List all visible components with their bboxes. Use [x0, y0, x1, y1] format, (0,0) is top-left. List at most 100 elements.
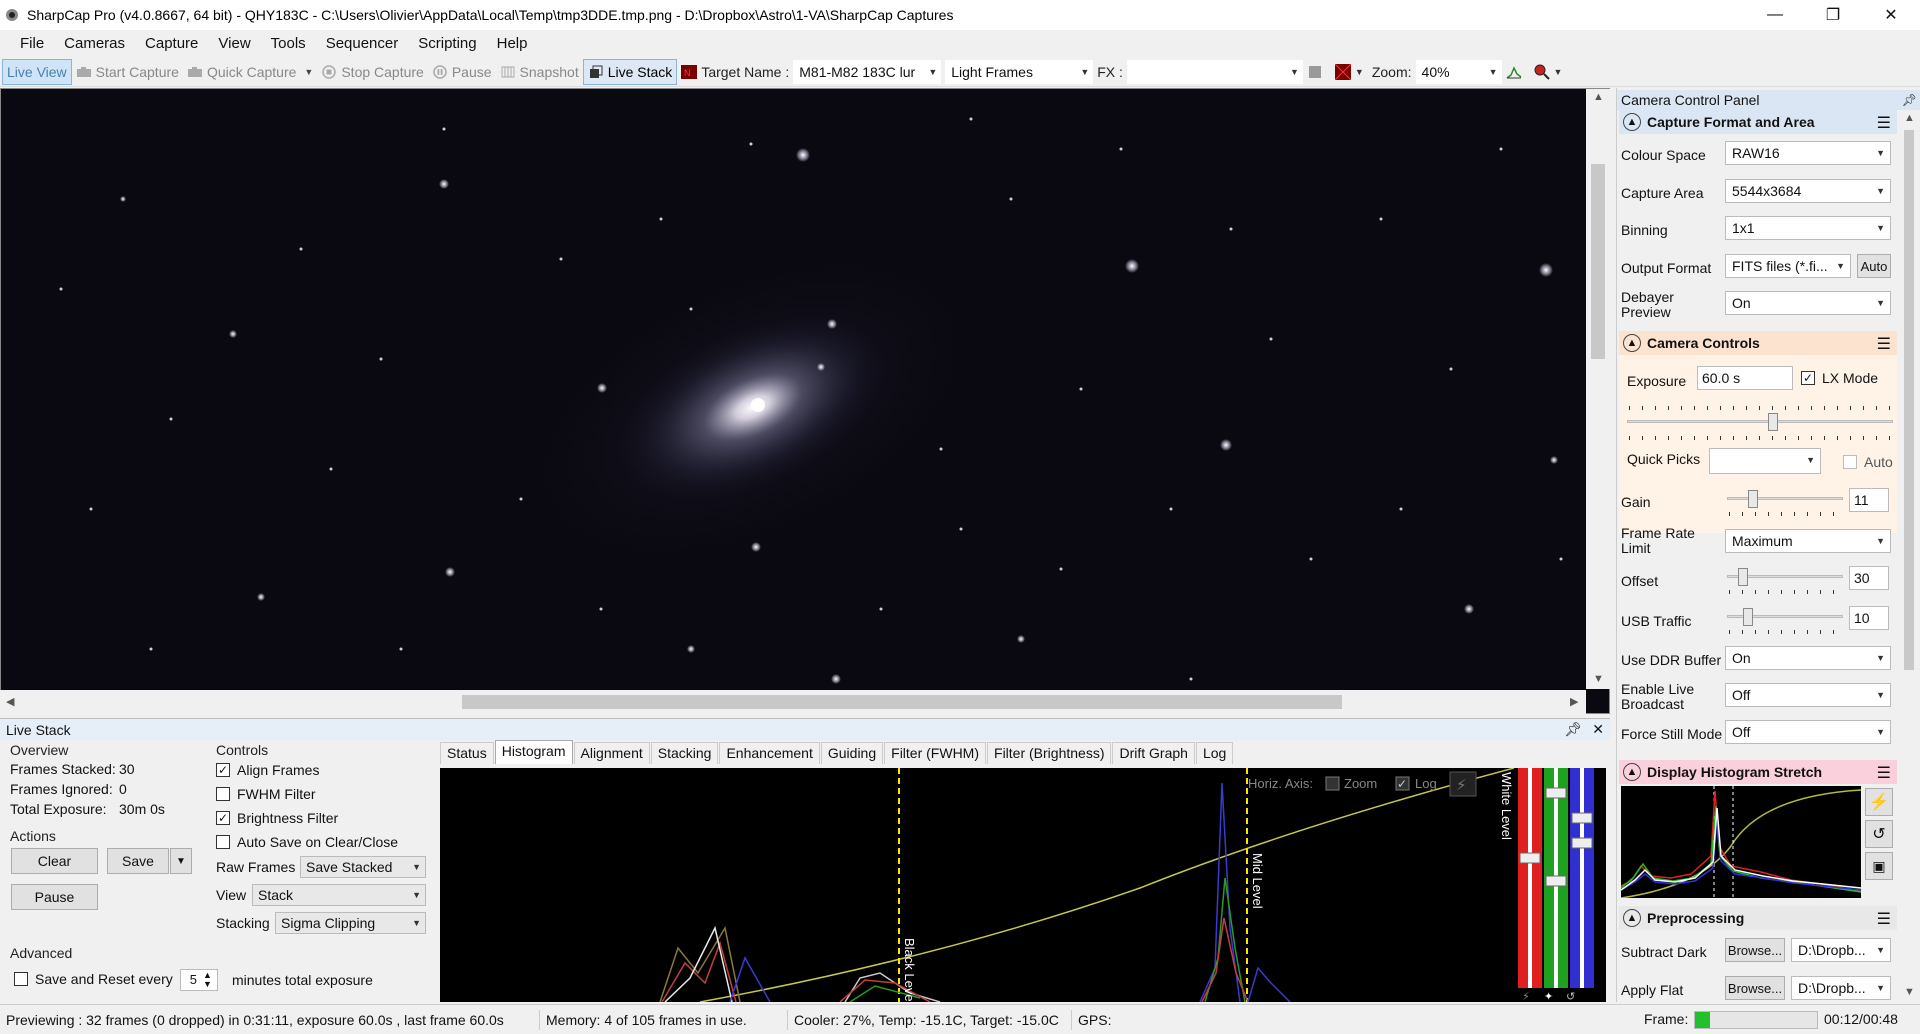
- slider-thumb[interactable]: [1738, 568, 1748, 586]
- usb-traffic-slider[interactable]: [1727, 608, 1843, 626]
- stacking-select[interactable]: Sigma Clipping ▼: [275, 912, 426, 934]
- grey-square-button[interactable]: [1303, 59, 1331, 85]
- viewer-horizontal-scrollbar[interactable]: ◀ ▶: [0, 690, 1586, 714]
- tab-alignment[interactable]: Alignment: [573, 742, 650, 764]
- color-balance-sliders[interactable]: ⚡ ✦ ↺: [1514, 768, 1606, 1003]
- tab-drift-graph[interactable]: Drift Graph: [1112, 742, 1195, 764]
- stretch-histogram[interactable]: [1620, 786, 1862, 899]
- tab-stacking[interactable]: Stacking: [650, 742, 719, 764]
- fwhm-filter-checkbox[interactable]: FWHM Filter: [216, 786, 316, 802]
- reticule-button[interactable]: ▼: [1331, 59, 1368, 85]
- lightning-icon[interactable]: ⚡: [1522, 990, 1530, 1003]
- exposure-input[interactable]: 60.0 s: [1697, 366, 1793, 390]
- output-auto-button[interactable]: Auto: [1857, 254, 1891, 278]
- menu-tools[interactable]: Tools: [261, 30, 316, 57]
- collapse-icon[interactable]: ▲: [1623, 763, 1641, 781]
- raw-frames-select[interactable]: Save Stacked ▼: [300, 856, 426, 878]
- pin-icon[interactable]: 📌︎: [1564, 721, 1582, 738]
- hamburger-menu-icon[interactable]: ☰: [1877, 334, 1891, 354]
- preprocessing-section-header[interactable]: ▲ Preprocessing ☰: [1619, 906, 1897, 930]
- scroll-down-icon[interactable]: ▼: [1904, 986, 1915, 998]
- zoom-checkbox[interactable]: [1325, 776, 1340, 791]
- dark-browse-button[interactable]: Browse...: [1725, 938, 1785, 962]
- scroll-left-icon[interactable]: ◀: [6, 695, 14, 708]
- live-broadcast-select[interactable]: Off ▼: [1725, 683, 1891, 707]
- frame-type-combo[interactable]: Light Frames ▼: [945, 59, 1094, 84]
- collapse-icon[interactable]: ▲: [1623, 909, 1641, 927]
- pause-capture-button[interactable]: Pause: [428, 59, 496, 85]
- histogram-panel[interactable]: Black Level Mid Level White Level Horiz.…: [440, 768, 1514, 1002]
- scroll-up-icon[interactable]: ▲: [1904, 112, 1915, 124]
- histogram-stretch-section-header[interactable]: ▲ Display Histogram Stretch ☰: [1619, 760, 1897, 784]
- binning-select[interactable]: 1x1 ▼: [1725, 216, 1891, 240]
- viewer-vertical-scrollbar[interactable]: ▲ ▼: [1586, 89, 1610, 689]
- collapse-icon[interactable]: ▲: [1623, 113, 1641, 131]
- tab-status[interactable]: Status: [440, 742, 494, 764]
- menu-help[interactable]: Help: [487, 30, 538, 57]
- live-stack-button[interactable]: Live Stack: [582, 58, 678, 85]
- quick-picks-auto-checkbox[interactable]: Auto: [1843, 454, 1893, 470]
- force-still-select[interactable]: Off ▼: [1725, 720, 1891, 744]
- slider-thumb[interactable]: [1768, 413, 1778, 431]
- scroll-right-icon[interactable]: ▶: [1570, 695, 1578, 708]
- checkbox-box[interactable]: [216, 835, 230, 849]
- hamburger-menu-icon[interactable]: ☰: [1877, 763, 1891, 783]
- flat-browse-button[interactable]: Browse...: [1725, 976, 1785, 1000]
- minimize-button[interactable]: —: [1746, 0, 1804, 30]
- hamburger-menu-icon[interactable]: ☰: [1877, 909, 1891, 929]
- snapshot-button[interactable]: Snapshot: [496, 59, 583, 85]
- tab-guiding[interactable]: Guiding: [820, 742, 884, 764]
- reset-stretch-button[interactable]: ↺: [1865, 820, 1893, 848]
- restore-button[interactable]: ❐: [1804, 0, 1862, 30]
- auto-save-checkbox[interactable]: Auto Save on Clear/Close: [216, 834, 398, 850]
- menu-view[interactable]: View: [208, 30, 260, 57]
- checkbox-checked[interactable]: ✓: [1801, 371, 1815, 385]
- scroll-thumb[interactable]: [462, 695, 1342, 709]
- spinner-arrows-icon[interactable]: ▲ ▼: [203, 971, 212, 989]
- checkbox-box[interactable]: [14, 972, 28, 986]
- pause-button[interactable]: Pause: [11, 884, 98, 910]
- chevron-down-icon[interactable]: ▼: [1355, 67, 1364, 77]
- fx-combo[interactable]: ▼: [1126, 59, 1303, 84]
- ddr-buffer-select[interactable]: On ▼: [1725, 646, 1891, 670]
- dark-path-select[interactable]: D:\Dropb... ▼: [1791, 938, 1891, 962]
- image-viewer[interactable]: [0, 88, 1610, 714]
- tab-filter-brightness[interactable]: Filter (Brightness): [987, 742, 1112, 764]
- menu-scripting[interactable]: Scripting: [408, 30, 486, 57]
- start-capture-button[interactable]: Start Capture: [72, 59, 183, 85]
- checkbox-checked[interactable]: ✓: [216, 763, 230, 777]
- live-view-button[interactable]: Live View: [2, 58, 72, 85]
- target-name-combo[interactable]: M81-M82 183C lur ▼: [793, 59, 942, 84]
- colour-space-select[interactable]: RAW16 ▼: [1725, 141, 1891, 165]
- menu-capture[interactable]: Capture: [135, 30, 208, 57]
- checkbox-box[interactable]: [1843, 455, 1857, 469]
- gain-input[interactable]: 11: [1849, 488, 1889, 512]
- save-stretch-button[interactable]: ▣: [1865, 852, 1893, 880]
- offset-slider[interactable]: [1727, 568, 1843, 586]
- tab-filter-fwhm[interactable]: Filter (FWHM): [884, 742, 987, 764]
- collapse-icon[interactable]: ▲: [1623, 334, 1641, 352]
- output-format-select[interactable]: FITS files (*.fi... ▼: [1725, 254, 1851, 278]
- usb-traffic-input[interactable]: 10: [1849, 606, 1889, 630]
- exposure-slider[interactable]: [1627, 413, 1893, 431]
- menu-cameras[interactable]: Cameras: [54, 30, 135, 57]
- gain-slider[interactable]: [1727, 490, 1843, 508]
- quick-picks-select[interactable]: ▼: [1709, 448, 1821, 474]
- hamburger-menu-icon[interactable]: ☰: [1877, 113, 1891, 133]
- lx-mode-checkbox[interactable]: ✓ LX Mode: [1801, 370, 1878, 386]
- pin-icon[interactable]: 📌︎: [1902, 90, 1917, 110]
- scroll-thumb[interactable]: [1591, 164, 1605, 359]
- close-icon[interactable]: ✕: [1592, 721, 1604, 738]
- sparkle-icon[interactable]: ✦: [1544, 990, 1553, 1003]
- reset-icon[interactable]: ↺: [1566, 990, 1575, 1003]
- offset-input[interactable]: 30: [1849, 566, 1889, 590]
- checkbox-box[interactable]: [216, 787, 230, 801]
- control-panel-scrollbar[interactable]: ▲ ▼: [1900, 110, 1918, 1000]
- histogram-toggle-button[interactable]: [1502, 59, 1530, 85]
- tab-histogram[interactable]: Histogram: [494, 740, 573, 764]
- checkbox-checked[interactable]: ✓: [216, 811, 230, 825]
- tab-log[interactable]: Log: [1195, 742, 1234, 764]
- view-select[interactable]: Stack ▼: [252, 884, 426, 906]
- chevron-down-icon[interactable]: ▼: [1554, 67, 1563, 77]
- save-reset-checkbox[interactable]: Save and Reset every: [14, 971, 173, 987]
